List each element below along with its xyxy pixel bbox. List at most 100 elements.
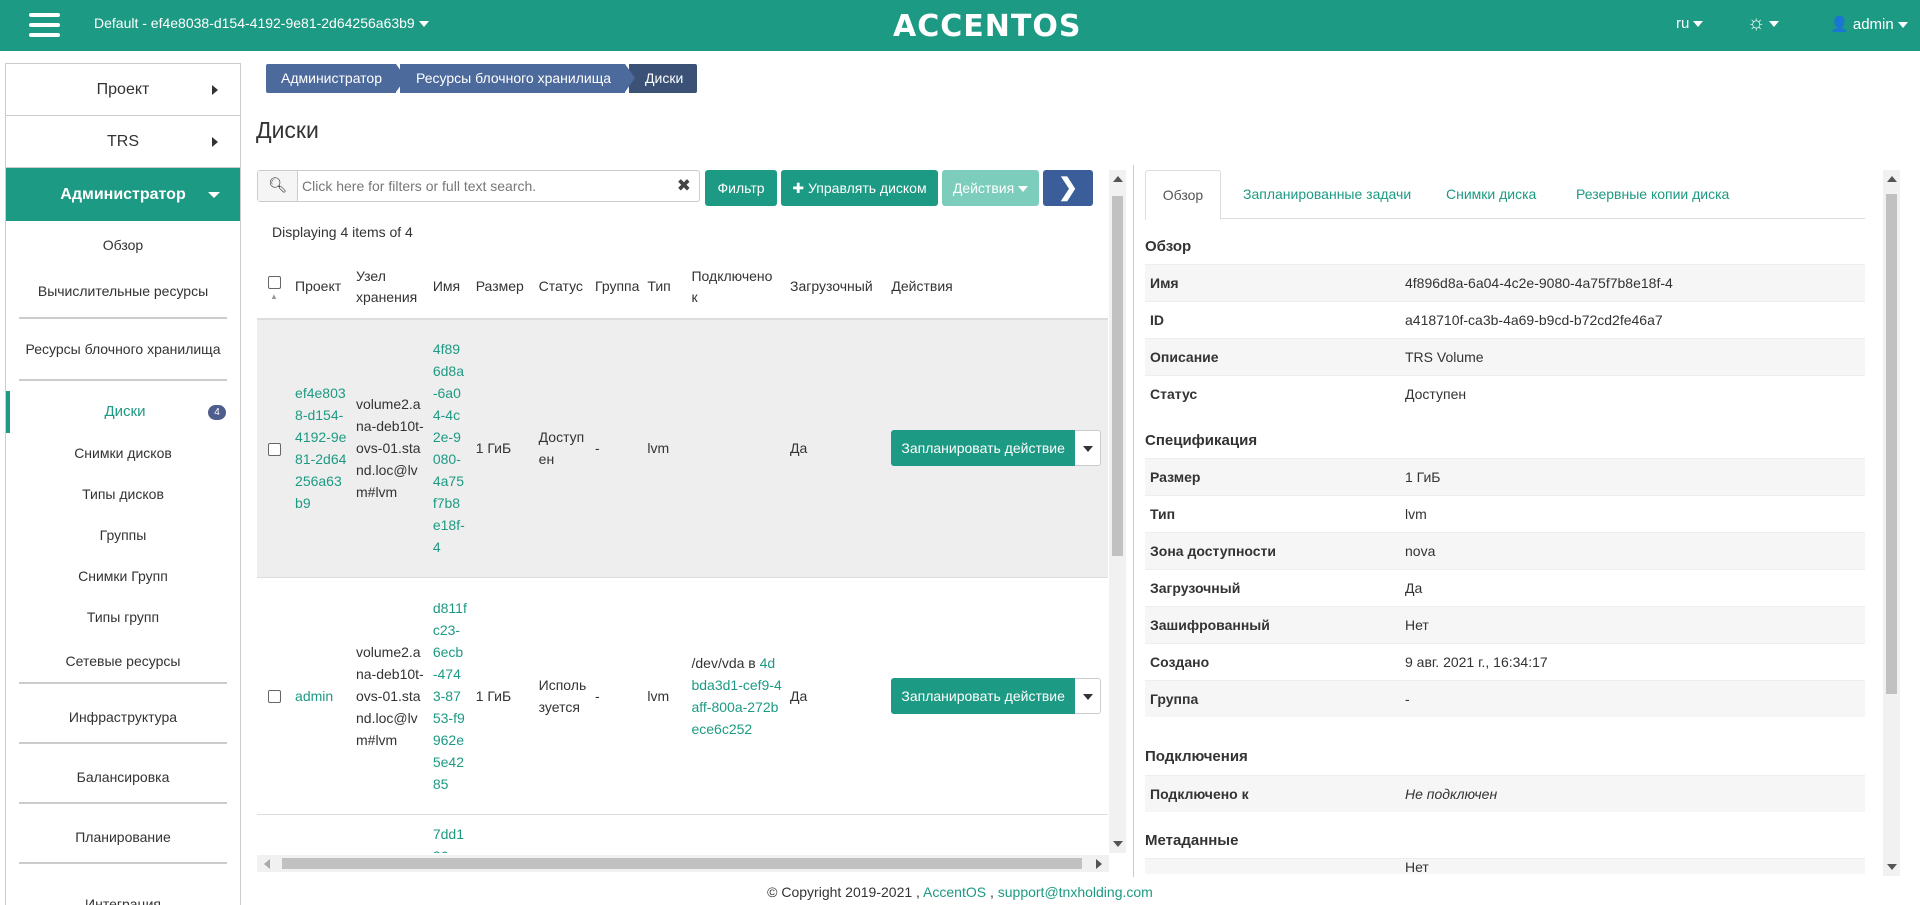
row-checkbox[interactable]: [267, 443, 281, 457]
detail-key: Группа: [1150, 691, 1199, 707]
host-cell: volume2.ana-deb10t-ovs-01.stand.loc@lvm#…: [352, 319, 429, 578]
detail-row-metadata: Нет: [1145, 858, 1865, 874]
table-row[interactable]: ef4e8038-d154-4192-9e81-2d64256a63b9 vol…: [257, 319, 1108, 578]
actions-dropdown[interactable]: Действия: [942, 170, 1039, 206]
schedule-action-button[interactable]: Запланировать действие: [891, 677, 1075, 714]
tab-scheduled-tasks[interactable]: Запланированные задачи: [1243, 170, 1411, 220]
metadata-section-title: Метаданные: [1145, 832, 1239, 849]
clear-search-icon[interactable]: ✖: [677, 176, 691, 196]
scrollbar-thumb[interactable]: [1886, 194, 1897, 694]
sidebar-item-infra[interactable]: Инфраструктура: [6, 684, 240, 744]
table-vertical-scrollbar[interactable]: [1109, 170, 1126, 853]
next-panel-button[interactable]: ❯: [1043, 170, 1093, 206]
filter-button[interactable]: Фильтр: [705, 170, 777, 206]
sidebar-item-compute[interactable]: Вычислительные ресурсы: [6, 269, 240, 319]
detail-panel: Обзор Имя 4f896d8a-6a04-4c2e-9080-4a75f7b…: [1145, 228, 1865, 874]
row-checkbox[interactable]: [267, 690, 281, 704]
detail-key: Создано: [1150, 654, 1210, 670]
sidebar-item-project[interactable]: Проект: [6, 64, 240, 116]
sidebar-item-overview[interactable]: Обзор: [6, 221, 240, 269]
col-size[interactable]: Размер: [471, 255, 535, 320]
col-type[interactable]: Тип: [643, 255, 688, 320]
detail-value: Да: [1405, 580, 1423, 596]
top-navbar: Default - ef4e8038-d154-4192-9e81-2d6425…: [0, 0, 1920, 51]
search-icon[interactable]: 🔍︎: [258, 171, 298, 201]
disk-name-link[interactable]: 7dd136: [433, 826, 464, 854]
disk-name-link[interactable]: 4f896d8a-6a04-4c2e-9080-4a75f7b8e18f-4: [433, 341, 465, 555]
panel-divider[interactable]: [1133, 165, 1134, 877]
row-action-dropdown-toggle[interactable]: [1074, 677, 1101, 714]
tab-disk-snapshots[interactable]: Снимки диска: [1446, 170, 1536, 220]
breadcrumb-admin[interactable]: Администратор: [266, 64, 407, 93]
type-cell: lvm: [643, 577, 688, 815]
disks-table: ▲ Проект Узел хранения Имя Размер Статус…: [257, 255, 1108, 853]
sidebar-item-label: Диски: [104, 403, 146, 420]
sidebar-item-trs[interactable]: TRS: [6, 116, 240, 168]
col-attached[interactable]: Подключено к: [687, 255, 787, 320]
sidebar-item-admin[interactable]: Администратор: [6, 168, 240, 221]
theme-settings-dropdown[interactable]: ☼: [1747, 12, 1780, 35]
sidebar-item-block-storage[interactable]: Ресурсы блочного хранилища: [6, 319, 240, 381]
scroll-up-icon[interactable]: [1113, 176, 1123, 182]
attachments-section-title: Подключения: [1145, 748, 1248, 765]
chevron-down-icon: [1769, 20, 1780, 27]
user-menu[interactable]: 👤 admin: [1830, 15, 1908, 33]
disk-name-link[interactable]: d811fc23-6ecb-4743-8753-f9962e5e4285: [433, 600, 467, 792]
project-selector[interactable]: Default - ef4e8038-d154-4192-9e81-2d6425…: [94, 15, 429, 31]
detail-value: nova: [1405, 543, 1436, 559]
detail-key: Описание: [1150, 349, 1219, 365]
sidebar-item-group-snapshots[interactable]: Снимки Групп: [6, 556, 240, 597]
manage-disk-button[interactable]: ✚ Управлять диском: [781, 170, 938, 206]
row-action-group: Запланировать действие: [891, 430, 1101, 467]
support-email-link[interactable]: support@tnxholding.com: [998, 884, 1153, 900]
detail-key: ID: [1150, 312, 1164, 328]
menu-toggle-icon[interactable]: [29, 13, 60, 37]
project-link[interactable]: ef4e8038-d154-4192-9e81-2d64256a63b9: [295, 385, 346, 511]
sidebar-item-planning[interactable]: Планирование: [6, 804, 240, 864]
scroll-down-icon[interactable]: [1113, 841, 1123, 847]
col-bootable[interactable]: Загрузочный: [786, 255, 888, 320]
col-name[interactable]: Имя: [428, 255, 472, 320]
col-host[interactable]: Узел хранения: [352, 255, 429, 320]
actions-label: Действия: [952, 180, 1015, 196]
sidebar-item-groups[interactable]: Группы: [6, 515, 240, 556]
accentos-logo: ACCENTOS: [893, 9, 1082, 44]
search-input[interactable]: [302, 175, 662, 197]
col-project[interactable]: Проект: [291, 255, 352, 320]
tab-disk-backups[interactable]: Резервные копии диска: [1576, 170, 1729, 220]
table-horizontal-scrollbar[interactable]: [257, 855, 1109, 872]
detail-value: lvm: [1405, 506, 1427, 522]
plus-icon: ✚: [792, 180, 809, 196]
scroll-down-icon[interactable]: [1887, 864, 1897, 870]
schedule-action-button[interactable]: Запланировать действие: [891, 430, 1075, 467]
scroll-right-icon[interactable]: [1096, 859, 1102, 869]
table-row[interactable]: 7dd136: [257, 814, 1108, 853]
sort-up-icon[interactable]: ▲: [261, 292, 287, 302]
brand-link[interactable]: AccentOS: [923, 884, 986, 900]
table-row[interactable]: admin volume2.ana-deb10t-ovs-01.stand.lo…: [257, 577, 1108, 815]
sidebar-item-disks[interactable]: Диски 4: [6, 391, 240, 433]
host-cell: volume2.ana-deb10t-ovs-01.stand.loc@lvm#…: [352, 577, 429, 815]
language-selector[interactable]: ru: [1676, 15, 1704, 32]
scroll-up-icon[interactable]: [1887, 176, 1897, 182]
overview-section-title: Обзор: [1145, 238, 1192, 255]
scrollbar-thumb[interactable]: [1112, 196, 1123, 556]
breadcrumb-block-storage[interactable]: Ресурсы блочного хранилища: [400, 64, 636, 93]
scrollbar-thumb[interactable]: [282, 858, 1082, 869]
sidebar-item-group-types[interactable]: Типы групп: [6, 597, 240, 638]
group-cell: -: [591, 319, 644, 578]
row-action-dropdown-toggle[interactable]: [1074, 430, 1101, 467]
sidebar-item-network[interactable]: Сетевые ресурсы: [6, 638, 240, 684]
tab-overview[interactable]: Обзор: [1145, 170, 1221, 220]
col-group[interactable]: Группа: [591, 255, 644, 320]
sidebar-item-balancing[interactable]: Балансировка: [6, 744, 240, 804]
detail-vertical-scrollbar[interactable]: [1883, 170, 1900, 876]
select-all-checkbox[interactable]: [267, 275, 281, 289]
project-link[interactable]: admin: [295, 688, 333, 704]
scroll-left-icon[interactable]: [264, 859, 270, 869]
sidebar-item-snapshots[interactable]: Снимки дисков: [6, 433, 240, 474]
table-header-row: ▲ Проект Узел хранения Имя Размер Статус…: [257, 255, 1108, 320]
detail-row-encrypted: Зашифрованный Нет: [1145, 606, 1865, 643]
sidebar-item-disk-types[interactable]: Типы дисков: [6, 474, 240, 515]
col-status[interactable]: Статус: [534, 255, 592, 320]
